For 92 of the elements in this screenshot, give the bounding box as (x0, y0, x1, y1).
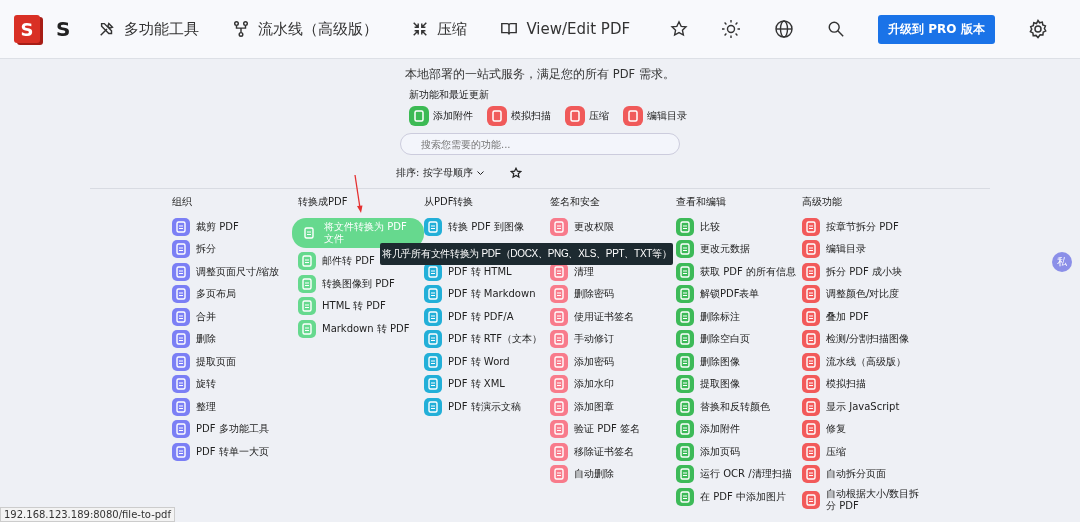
tool-link[interactable]: 比较 (676, 217, 720, 236)
tool-link[interactable]: 自动根据大小/数目拆分 PDF (802, 487, 926, 512)
section-title: 查看和编辑 (676, 195, 727, 209)
tooltip: 将几乎所有文件转换为 PDF（DOCX、PNG、XLS、PPT、TXT等） (380, 243, 674, 265)
brand-letter: S (56, 17, 71, 41)
tool-link[interactable]: 邮件转 PDF (298, 252, 375, 270)
tool-link[interactable]: 旋转 (172, 375, 216, 393)
tool-link[interactable]: 删除图像 (676, 352, 740, 371)
tagline: 本地部署的一站式服务，满足您的所有 PDF 需求。 (405, 67, 675, 82)
recent-tool-link[interactable]: 压缩 (565, 106, 609, 126)
logo-icon[interactable]: S (14, 15, 40, 43)
tool-link[interactable]: 删除空白页 (676, 330, 750, 348)
tool-link[interactable]: 按章节拆分 PDF (802, 217, 899, 236)
settings-icon[interactable] (1027, 19, 1048, 39)
tool-link[interactable]: 使用证书签名 (550, 307, 634, 326)
search-icon[interactable] (827, 20, 846, 38)
tool-link[interactable]: 替换和反转颜色 (676, 397, 770, 416)
tool-link[interactable]: 运行 OCR /清理扫描 (676, 465, 792, 483)
tools-icon (98, 20, 117, 38)
tool-link[interactable]: PDF 转 XML (424, 375, 505, 393)
tool-link[interactable]: 流水线（高级版） (802, 352, 906, 371)
tool-link[interactable]: PDF 转演示文稿 (424, 397, 521, 416)
section-title: 签名和安全 (550, 195, 601, 209)
tool-link[interactable]: 拆分 (172, 240, 216, 258)
search-field[interactable]: 搜索您需要的功能... (400, 133, 680, 155)
tool-link[interactable]: 添加水印 (550, 375, 614, 393)
tool-link[interactable]: 删除密码 (550, 285, 614, 303)
recent-tool-link[interactable]: 编辑目录 (623, 106, 687, 126)
tool-link[interactable]: 转换图像到 PDF (298, 274, 395, 293)
tool-link[interactable]: PDF 转 Word (424, 352, 510, 371)
nav-link[interactable]: 多功能工具 (98, 19, 200, 39)
tool-link[interactable]: 合并 (172, 307, 216, 326)
tool-link[interactable]: PDF 多功能工具 (172, 420, 269, 438)
tool-link[interactable]: 转换 PDF 到图像 (424, 217, 524, 236)
tool-link[interactable]: 提取图像 (676, 375, 740, 393)
tool-link[interactable]: HTML 转 PDF (298, 297, 386, 315)
tool-link[interactable]: 调整颜色/对比度 (802, 285, 900, 303)
arrow-drawing (353, 174, 365, 214)
tool-link[interactable]: 删除标注 (676, 307, 740, 326)
tool-link[interactable]: Markdown 转 PDF (298, 319, 410, 338)
tool-link[interactable]: 显示 JavaScript (802, 397, 900, 416)
tool-link[interactable]: 自动删除 (550, 465, 614, 483)
tool-link[interactable]: 调整页面尺寸/缩放 (172, 262, 280, 281)
tool-link[interactable]: PDF 转 RTF（文本） (424, 330, 542, 348)
tool-link[interactable]: PDF 转 Markdown (424, 285, 536, 303)
tool-link[interactable]: 编辑目录 (802, 240, 866, 258)
section-title: 高级功能 (802, 195, 843, 209)
section-title: 从PDF转换 (424, 195, 475, 209)
tool-link[interactable]: 在 PDF 中添加图片 (676, 487, 786, 506)
chevron-down-icon (476, 170, 484, 176)
sun-icon[interactable] (721, 19, 742, 39)
tool-link[interactable]: PDF 转 PDF/A (424, 307, 514, 326)
tool-link[interactable]: 添加密码 (550, 352, 614, 371)
recent-updates-label: 新功能和最近更新 (409, 88, 490, 102)
tool-link[interactable]: 多页布局 (172, 285, 236, 303)
tool-link[interactable]: 手动修订 (550, 330, 614, 348)
tool-link[interactable]: 自动拆分页面 (802, 465, 886, 483)
section-title: 转换成PDF (298, 195, 349, 209)
tool-link[interactable]: 拆分 PDF 成小块 (802, 262, 902, 281)
tool-link[interactable]: 添加页码 (676, 442, 740, 461)
sort-dropdown[interactable]: 排序: 按字母顺序 (396, 166, 473, 180)
tool-link[interactable]: 添加图章 (550, 397, 614, 416)
tool-link[interactable]: 压缩 (802, 442, 846, 461)
tool-link[interactable]: 整理 (172, 397, 216, 416)
tool-link[interactable]: 模拟扫描 (802, 375, 866, 393)
tool-link[interactable]: 裁剪 PDF (172, 217, 239, 236)
tool-link[interactable]: 更改元数据 (676, 240, 750, 258)
star-icon[interactable] (509, 167, 522, 179)
tool-link[interactable]: 修复 (802, 420, 846, 438)
tool-link[interactable]: 检测/分割扫描图像 (802, 330, 910, 348)
nav-link[interactable]: 流水线（高级版） (232, 19, 379, 39)
globe-icon[interactable] (774, 19, 795, 39)
star-icon[interactable] (670, 20, 689, 38)
tool-link[interactable]: 获取 PDF 的所有信息 (676, 262, 796, 281)
tool-link[interactable]: 提取页面 (172, 352, 236, 371)
tool-link[interactable]: PDF 转单一大页 (172, 442, 269, 461)
tool-link[interactable]: 验证 PDF 签名 (550, 420, 640, 438)
pipeline-icon (232, 20, 251, 38)
tool-link[interactable]: 解锁PDF表单 (676, 285, 760, 303)
compress-icon (411, 20, 430, 38)
tool-link[interactable]: 移除证书签名 (550, 442, 634, 461)
tool-link[interactable]: 叠加 PDF (802, 307, 869, 326)
section-title: 组织 (172, 195, 193, 209)
nav-link[interactable]: 压缩 (411, 19, 468, 39)
status-url: 192.168.123.189:8080/file-to-pdf (0, 507, 175, 522)
upgrade-button[interactable]: 升级到 PRO 版本 (878, 14, 995, 44)
nav-link[interactable]: View/Edit PDF (500, 19, 631, 39)
tool-link[interactable]: 添加附件 (676, 420, 740, 438)
recent-tool-link[interactable]: 模拟扫描 (487, 106, 551, 126)
tool-link[interactable]: 更改权限 (550, 217, 614, 236)
tool-link[interactable]: 删除 (172, 330, 216, 348)
recent-tool-link[interactable]: 添加附件 (409, 106, 473, 126)
